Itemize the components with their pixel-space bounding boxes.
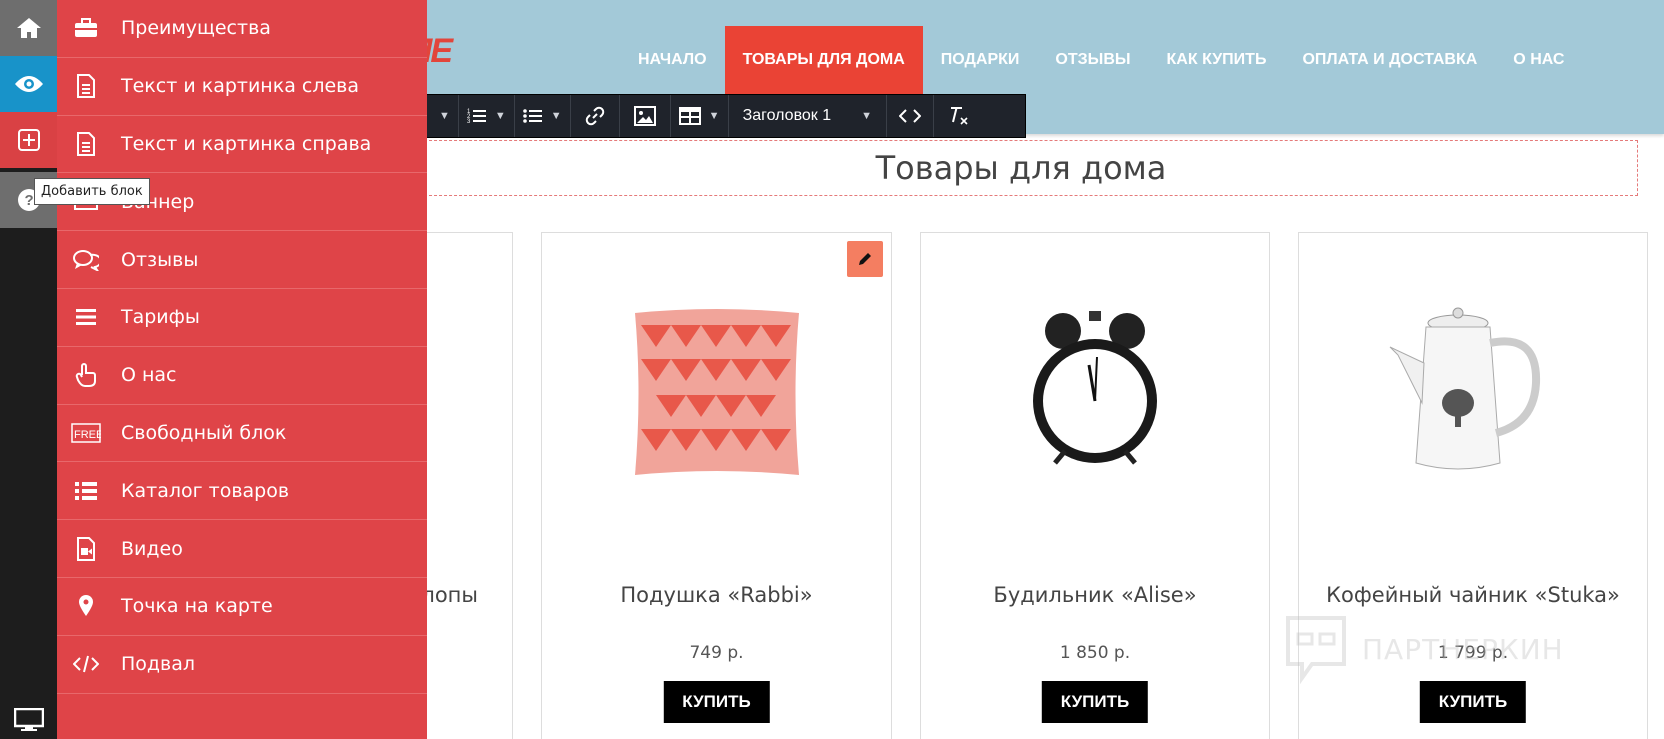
add-block-tooltip: Добавить блок [34,178,150,205]
menu-item-label: Каталог товаров [121,479,290,502]
alarm-clock-image [1033,311,1157,465]
product-card: Подушка «Rabbi» 749 р. Купить [541,232,892,739]
menu-item-label: Точка на карте [121,595,273,618]
plus-square-icon [17,129,40,151]
heading-select-value: Заголовок 1 [742,107,832,124]
desktop-view-button[interactable] [0,700,57,739]
svg-text:3: 3 [467,119,471,125]
nav-item-home[interactable]: Начало [620,26,725,94]
eye-icon [14,76,43,92]
bars-icon [71,308,101,326]
menu-item-label: Текст и картинка слева [121,75,360,98]
coffee-pot-image [1389,307,1541,470]
editor-toolbar: ▼ 123 ▼ ▼ ▼ Заголовок 1 ▼ [404,94,1026,138]
home-icon [16,18,41,38]
buy-button[interactable]: Купить [1419,681,1527,723]
main-nav: Начало Товары для дома Подарки Отзывы Ка… [620,26,1582,94]
comments-icon [71,249,101,271]
clear-format-group[interactable] [934,95,984,137]
code-group[interactable] [887,95,935,137]
nav-item-about[interactable]: О нас [1495,26,1582,94]
svg-text:?: ? [24,192,33,209]
bullet-list-icon[interactable] [522,107,543,125]
chevron-down-icon[interactable]: ▼ [709,110,720,122]
nav-item-reviews[interactable]: Отзывы [1037,26,1148,94]
menu-item-footer[interactable]: Подвал [57,636,427,694]
product-card: Будильник «Alise» 1 850 р. Купить [920,232,1270,739]
code-icon[interactable] [899,108,922,124]
menu-item-label: О нас [121,364,177,387]
nav-item-home-goods[interactable]: Товары для дома [724,26,923,94]
menu-item-label: Подвал [121,653,196,676]
product-name[interactable]: Будильник «Alise» [921,583,1269,607]
product-price: 749 р. [689,643,744,663]
menu-item-text-image-left[interactable]: Текст и картинка слева [57,58,427,116]
pencil-icon [859,253,871,265]
image-group[interactable] [620,95,671,137]
document-icon [71,74,101,99]
free-icon: FREE [71,423,101,443]
hand-pointer-icon [71,363,101,388]
nav-item-payment-delivery[interactable]: Оплата и доставка [1284,26,1495,94]
heading-select[interactable]: Заголовок 1 ▼ [729,95,888,137]
ordered-list-icon[interactable]: 123 [467,107,487,125]
document-icon [71,131,101,156]
preview-button[interactable] [0,56,57,112]
menu-item-video[interactable]: Видео [57,520,427,578]
product-name[interactable]: Подушка «Rabbi» [542,583,891,607]
menu-item-label: Тарифы [121,306,200,329]
code-icon [71,655,101,673]
video-file-icon [71,536,101,561]
add-block-button[interactable] [0,112,57,168]
briefcase-icon [71,18,101,38]
chevron-down-icon[interactable]: ▼ [495,110,506,122]
chevron-down-icon[interactable]: ▼ [439,110,450,122]
page-title[interactable]: Товары для дома [876,149,1167,187]
table-group[interactable]: ▼ [671,95,729,137]
bullet-list-group[interactable]: ▼ [515,95,571,137]
ordered-list-group[interactable]: 123 ▼ [459,95,515,137]
menu-item-free-block[interactable]: FREE Свободный блок [57,405,427,463]
buy-button[interactable]: Купить [663,681,770,723]
menu-item-about[interactable]: О нас [57,347,427,405]
chevron-down-icon: ▼ [861,110,873,122]
add-block-menu: Преимущества Текст и картинка слева Текс… [57,0,427,739]
menu-item-label: Преимущества [121,17,271,40]
link-icon[interactable] [585,106,605,126]
menu-item-label: Видео [121,537,183,560]
table-icon[interactable] [678,107,701,125]
menu-item-label: Свободный блок [121,421,287,444]
editor-page: ME Начало Товары для дома Подарки Отзывы… [0,0,1664,739]
nav-item-how-to-buy[interactable]: Как купить [1149,26,1285,94]
svg-text:FREE: FREE [74,429,101,441]
pillow-image [634,309,799,475]
menu-item-reviews[interactable]: Отзывы [57,231,427,289]
chevron-down-icon[interactable]: ▼ [551,110,562,122]
menu-item-label: Текст и картинка справа [121,132,372,155]
chat-bubble-logo-icon [1286,616,1346,684]
link-group[interactable] [571,95,620,137]
menu-item-label: Отзывы [121,248,199,271]
editor-sidebar: ? [0,0,57,739]
watermark-text: ПАРТНЕРКИН [1362,632,1564,666]
list-icon [71,481,101,501]
product-name[interactable]: Кофейный чайник «Stuka» [1299,583,1647,607]
clear-format-icon[interactable] [948,106,970,126]
menu-item-advantages[interactable]: Преимущества [57,0,427,58]
watermark: ПАРТНЕРКИН [1284,614,1564,684]
home-button[interactable] [0,0,57,56]
desktop-icon [13,707,44,731]
product-price: 1 850 р. [1059,643,1131,663]
buy-button[interactable]: Купить [1041,681,1149,723]
menu-item-text-image-right[interactable]: Текст и картинка справа [57,116,427,174]
edit-pencil-button[interactable] [847,241,883,277]
nav-item-gifts[interactable]: Подарки [923,26,1038,94]
menu-item-catalog[interactable]: Каталог товаров [57,462,427,521]
page-title-editable[interactable]: Товары для дома [404,140,1638,196]
menu-item-tariffs[interactable]: Тарифы [57,289,427,347]
image-icon[interactable] [633,106,656,126]
menu-item-map-point[interactable]: Точка на карте [57,578,427,636]
map-marker-icon [71,595,101,617]
